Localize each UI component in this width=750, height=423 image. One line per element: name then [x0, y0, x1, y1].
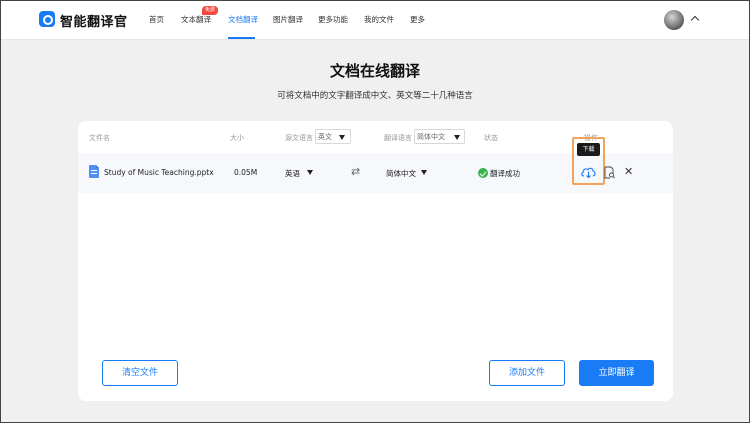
header-target-lang: 翻译语言 — [384, 134, 412, 142]
chevron-down-icon[interactable] — [307, 170, 313, 175]
chevron-down-icon[interactable] — [454, 135, 460, 140]
app-logo-icon[interactable] — [39, 11, 55, 27]
chevron-down-icon[interactable] — [339, 135, 345, 140]
nav-more-features[interactable]: 更多功能 — [318, 14, 348, 25]
brand-name[interactable]: 智能翻译官 — [60, 11, 128, 30]
active-tab-indicator — [228, 37, 255, 39]
nav-image-translate[interactable]: 图片翻译 — [273, 14, 303, 25]
header-size: 大小 — [230, 134, 244, 142]
header-source-lang: 源文语言 — [285, 134, 313, 142]
file-name: Study of Music Teaching.pptx — [104, 168, 214, 177]
add-files-button[interactable]: 添加文件 — [489, 360, 565, 386]
success-check-icon — [478, 168, 488, 178]
file-size: 0.05M — [234, 168, 258, 177]
source-lang-select[interactable]: 英文 — [315, 129, 351, 144]
header-status: 状态 — [484, 134, 498, 142]
nav-more[interactable]: 更多 — [410, 14, 425, 25]
row-source-lang[interactable]: 英语 — [285, 168, 300, 179]
cloud-download-icon[interactable] — [580, 165, 597, 179]
page-title: 文档在线翻译 — [329, 62, 420, 80]
close-icon[interactable]: ✕ — [624, 166, 633, 177]
download-tooltip: 下载 — [577, 143, 600, 156]
user-avatar[interactable] — [664, 10, 684, 30]
source-lang-select-value: 英文 — [318, 133, 332, 141]
swap-icon[interactable]: ⇄ — [351, 165, 360, 178]
pptx-file-icon — [89, 165, 99, 178]
chevron-down-icon[interactable] — [421, 170, 427, 175]
header-file-name: 文件名 — [89, 134, 110, 142]
clear-files-button[interactable]: 清空文件 — [102, 360, 178, 386]
nav-text-translate[interactable]: 文本翻译 — [181, 14, 211, 25]
target-lang-select-value: 简体中文 — [417, 133, 445, 141]
nav-doc-translate[interactable]: 文档翻译 — [228, 14, 258, 25]
row-target-lang[interactable]: 简体中文 — [386, 168, 416, 179]
translate-now-button[interactable]: 立即翻译 — [579, 360, 654, 386]
nav-my-files[interactable]: 我的文件 — [364, 14, 394, 25]
nav-home[interactable]: 首页 — [149, 14, 164, 25]
preview-doc-icon[interactable] — [604, 166, 615, 179]
status-text: 翻译成功 — [490, 169, 520, 178]
page-subtitle: 可将文档中的文字翻译成中文、英文等二十几种语言 — [277, 91, 473, 101]
free-badge: 免费 — [202, 6, 219, 15]
